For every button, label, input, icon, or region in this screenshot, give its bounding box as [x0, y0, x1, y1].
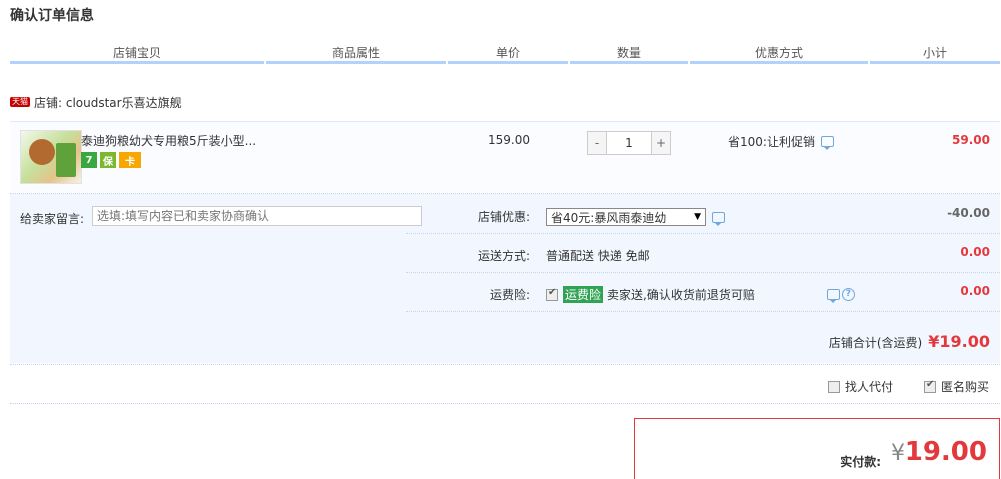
comment-icon[interactable]	[826, 289, 840, 303]
food-bag-image	[56, 143, 76, 177]
dropdown-arrow-icon: ▼	[694, 212, 701, 222]
shop-name[interactable]: 店铺: cloudstar乐喜达旗舰	[34, 94, 182, 111]
help-icon[interactable]: ?	[841, 288, 855, 301]
shipping-insurance-tag: 运费险	[563, 286, 604, 303]
shop-total: 店铺合计(含运费) ¥19.00	[829, 332, 990, 351]
item-row: 泰迪狗粮幼犬专用粮5斤装小型... 7 保 卡 159.00 - + 省100:…	[10, 122, 1000, 194]
proxy-pay-checkbox[interactable]	[828, 380, 840, 393]
quantity-stepper: - +	[587, 131, 671, 155]
column-promotion: 优惠方式	[690, 44, 868, 64]
column-header: 店铺宝贝 商品属性 单价 数量 优惠方式 小计	[10, 44, 1000, 64]
column-attributes: 商品属性	[266, 44, 446, 64]
shop-discount-amount: -40.00	[947, 206, 990, 220]
unit-price: 159.00	[488, 133, 530, 147]
credit-card-icon[interactable]: 卡	[119, 152, 141, 168]
shipping-insurance-amount: 0.00	[960, 284, 990, 298]
shipping-row: 运送方式: 普通配送 快递 免邮 0.00	[406, 235, 1000, 273]
comment-icon[interactable]	[712, 211, 725, 226]
payment-box: 实付款: ¥ 19.00	[634, 418, 1000, 479]
item-subtotal: 59.00	[952, 133, 990, 147]
shop-total-value: ¥19.00	[928, 332, 990, 351]
shipping-insurance-label: 运费险:	[490, 288, 531, 302]
anonymous-checkbox[interactable]	[924, 379, 936, 393]
column-subtotal: 小计	[870, 44, 1000, 64]
shipping-amount: 0.00	[960, 245, 990, 259]
seven-day-return-icon[interactable]: 7	[81, 152, 97, 168]
payment-label: 实付款:	[840, 455, 881, 469]
product-title[interactable]: 泰迪狗粮幼犬专用粮5斤装小型...	[81, 132, 256, 149]
shipping-label: 运送方式:	[478, 249, 531, 263]
shop-discount-select[interactable]: 省40元:暴风雨泰迪幼 ▼	[546, 208, 706, 226]
insurance-icon[interactable]: 保	[100, 152, 116, 168]
shop-line: 天猫 店铺: cloudstar乐喜达旗舰	[10, 94, 182, 110]
comment-icon[interactable]	[820, 136, 834, 150]
shipping-content: 普通配送 快递 免邮	[546, 247, 650, 264]
promotion: 省100:让利促销	[728, 133, 834, 150]
shipping-value: 普通配送 快递 免邮	[546, 249, 650, 263]
shop-discount-selected: 省40元:暴风雨泰迪幼	[551, 210, 667, 225]
shop-discount-label: 店铺优惠:	[478, 210, 531, 224]
payment-amount: 19.00	[904, 437, 987, 467]
shipping-insurance-text: 卖家送,确认收货前退货可赔	[607, 288, 755, 302]
shop-discount-content: 省40元:暴风雨泰迪幼 ▼	[546, 208, 725, 226]
anonymous-label: 匿名购买	[941, 380, 990, 394]
payment-currency: ¥	[891, 441, 905, 466]
shop-total-label: 店铺合计(含运费)	[828, 336, 923, 350]
proxy-pay-option[interactable]: 找人代付	[828, 378, 893, 395]
page-title: 确认订单信息	[10, 8, 94, 24]
column-shop-item: 店铺宝贝	[10, 44, 264, 64]
quantity-minus-button[interactable]: -	[587, 131, 607, 155]
shop-discount-row: 店铺优惠: 省40元:暴风雨泰迪幼 ▼ -40.00	[406, 196, 1000, 234]
dog-image	[29, 139, 55, 165]
quantity-plus-button[interactable]: +	[651, 131, 671, 155]
memo-label: 给卖家留言:	[20, 212, 85, 226]
column-unit-price: 单价	[448, 44, 568, 64]
shipping-insurance-content: 运费险 卖家送,确认收货前退货可赔 ?	[546, 286, 855, 303]
product-thumbnail[interactable]	[20, 130, 82, 184]
memo-input[interactable]	[92, 206, 422, 226]
tmall-icon: 天猫	[10, 97, 30, 107]
proxy-pay-label: 找人代付	[845, 380, 894, 394]
anonymous-option[interactable]: 匿名购买	[924, 378, 989, 395]
order-item-block: 泰迪狗粮幼犬专用粮5斤装小型... 7 保 卡 159.00 - + 省100:…	[10, 121, 1000, 363]
extra-options: 找人代付 匿名购买	[10, 364, 1000, 404]
service-icons: 7 保 卡	[81, 152, 141, 168]
column-quantity: 数量	[570, 44, 688, 64]
quantity-input[interactable]	[607, 131, 651, 155]
shipping-insurance-row: 运费险: 运费险 卖家送,确认收货前退货可赔 ? 0.00	[406, 274, 1000, 312]
shipping-insurance-checkbox[interactable]	[546, 287, 558, 301]
promotion-text: 省100:让利促销	[728, 135, 815, 149]
